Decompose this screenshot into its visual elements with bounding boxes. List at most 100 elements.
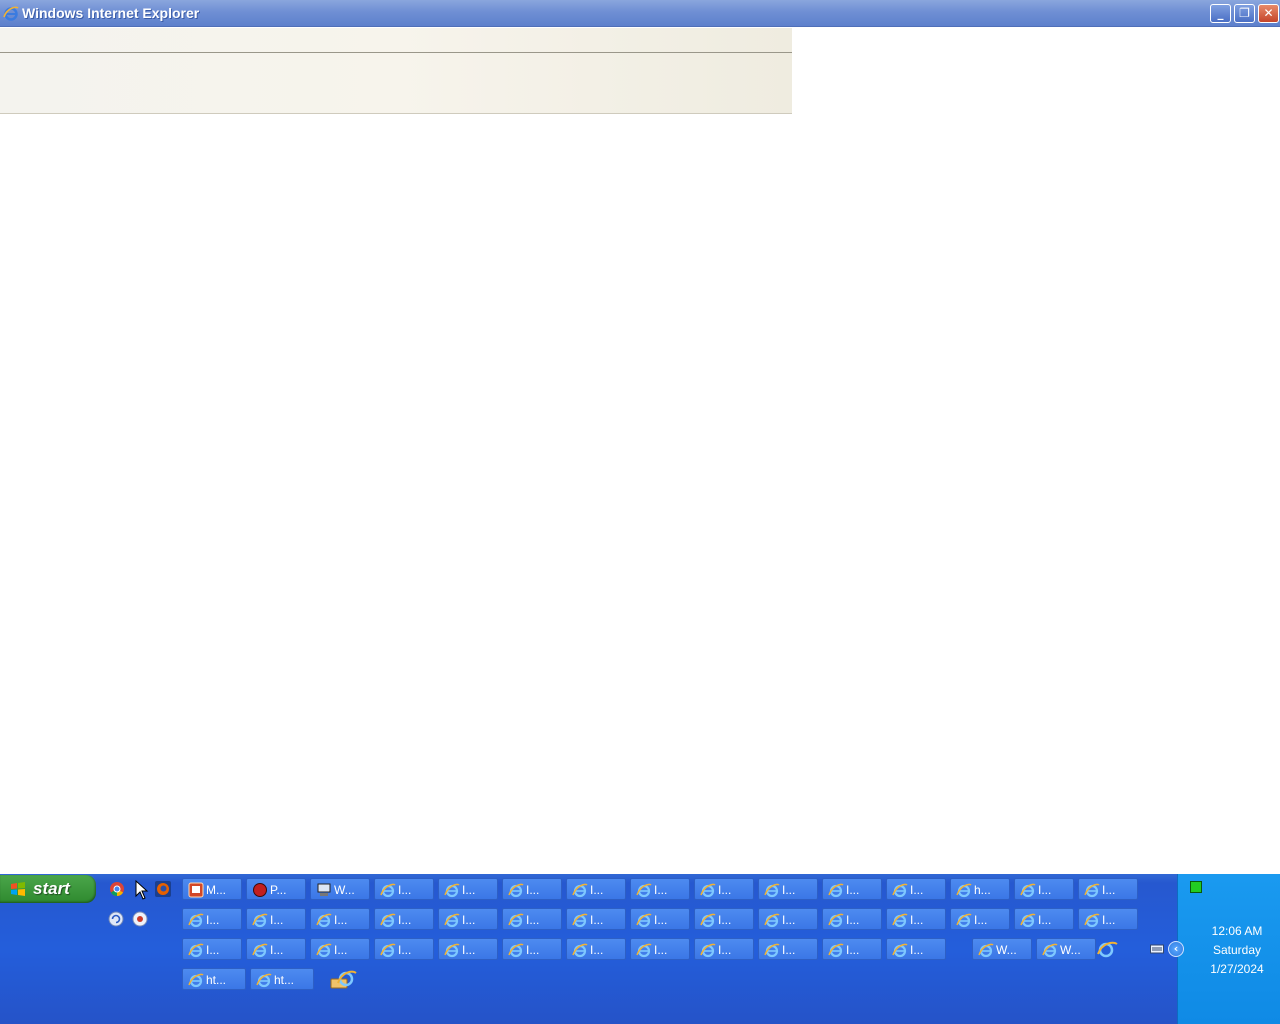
taskbar-button[interactable]: I... bbox=[502, 878, 562, 900]
taskbar-button-label: I... bbox=[526, 943, 540, 957]
taskbar-button[interactable]: I... bbox=[694, 908, 754, 930]
ie-icon bbox=[1042, 943, 1058, 958]
taskbar-button[interactable]: I... bbox=[246, 908, 306, 930]
taskbar-button-label: I... bbox=[910, 913, 924, 927]
taskbar-button[interactable]: I... bbox=[374, 878, 434, 900]
taskbar-button-label: I... bbox=[206, 913, 220, 927]
ie-icon bbox=[316, 943, 332, 958]
taskbar-button[interactable]: W... bbox=[310, 878, 370, 900]
taskbar-button-label: W... bbox=[996, 943, 1017, 957]
taskbar-button-label: I... bbox=[654, 943, 668, 957]
ie-icon bbox=[636, 943, 652, 958]
taskbar-button[interactable]: I... bbox=[886, 878, 946, 900]
minimize-icon: _ bbox=[1217, 6, 1224, 20]
taskbar-button-label: W... bbox=[334, 883, 355, 897]
taskbar-button-label: I... bbox=[846, 943, 860, 957]
taskbar-button[interactable]: I... bbox=[630, 878, 690, 900]
network-status-icon[interactable] bbox=[1190, 881, 1202, 893]
ie-icon bbox=[572, 913, 588, 928]
taskbar-button[interactable]: W... bbox=[1036, 938, 1096, 960]
taskbar-button[interactable]: I... bbox=[822, 908, 882, 930]
taskbar-button-label: I... bbox=[718, 913, 732, 927]
taskbar-button[interactable]: I... bbox=[438, 908, 498, 930]
taskbar-button[interactable]: I... bbox=[1078, 908, 1138, 930]
restore-button[interactable]: ❐ bbox=[1234, 4, 1255, 23]
taskbar-button-label: I... bbox=[1102, 883, 1116, 897]
taskbar-button[interactable]: I... bbox=[1014, 908, 1074, 930]
taskbar-button[interactable]: I... bbox=[502, 938, 562, 960]
taskbar-button[interactable]: I... bbox=[438, 938, 498, 960]
computer-icon bbox=[317, 883, 331, 896]
taskbar-button[interactable]: I... bbox=[758, 938, 818, 960]
taskbar-button-label: I... bbox=[462, 913, 476, 927]
taskbar-button[interactable]: I... bbox=[758, 908, 818, 930]
ie-icon bbox=[444, 883, 460, 898]
taskbar-button[interactable]: I... bbox=[374, 908, 434, 930]
windows-flag-icon bbox=[11, 882, 25, 896]
ie-icon bbox=[700, 883, 716, 898]
keyboard-icon[interactable] bbox=[1150, 943, 1164, 955]
taskbar-button-label: I... bbox=[1038, 883, 1052, 897]
taskbar-button[interactable]: I... bbox=[694, 938, 754, 960]
taskbar-button[interactable]: I... bbox=[566, 938, 626, 960]
ie-icon bbox=[3, 6, 19, 21]
ie-group-icon[interactable] bbox=[330, 968, 358, 990]
taskbar-button[interactable]: ht... bbox=[182, 968, 246, 990]
ie-icon bbox=[380, 943, 396, 958]
taskbar-button[interactable]: I... bbox=[182, 908, 242, 930]
taskbar-button[interactable]: I... bbox=[182, 938, 242, 960]
window-titlebar[interactable]: Windows Internet Explorer _ ❐ ✕ bbox=[0, 0, 1280, 27]
taskbar-button[interactable]: I... bbox=[886, 908, 946, 930]
ie-icon bbox=[316, 913, 332, 928]
taskbar-button[interactable]: I... bbox=[822, 878, 882, 900]
taskbar-button[interactable]: I... bbox=[630, 938, 690, 960]
taskbar-button[interactable]: I... bbox=[438, 878, 498, 900]
clock[interactable]: 12:06 AM Saturday 1/27/2024 bbox=[1177, 922, 1280, 979]
taskbar-button[interactable]: ht... bbox=[250, 968, 314, 990]
ie-group-icon[interactable] bbox=[1093, 938, 1121, 960]
taskbar-button-label: I... bbox=[910, 883, 924, 897]
minimize-button[interactable]: _ bbox=[1210, 4, 1231, 23]
taskbar-button-label: I... bbox=[590, 943, 604, 957]
powerpoint-icon bbox=[188, 882, 204, 898]
refresh-icon[interactable] bbox=[108, 911, 124, 927]
media-icon[interactable] bbox=[132, 911, 148, 927]
ie-icon bbox=[1020, 883, 1036, 898]
taskbar-button[interactable]: I... bbox=[246, 938, 306, 960]
ie-icon bbox=[188, 973, 204, 988]
taskbar-button[interactable]: W... bbox=[972, 938, 1032, 960]
taskbar-button[interactable]: P... bbox=[246, 878, 306, 900]
ie-icon bbox=[892, 913, 908, 928]
close-button[interactable]: ✕ bbox=[1258, 4, 1279, 23]
taskbar-button[interactable]: I... bbox=[566, 908, 626, 930]
ie-icon bbox=[444, 913, 460, 928]
ie-icon bbox=[828, 883, 844, 898]
taskbar-button[interactable]: I... bbox=[1014, 878, 1074, 900]
taskbar-button[interactable]: I... bbox=[950, 908, 1010, 930]
taskbar-button[interactable]: h... bbox=[950, 878, 1010, 900]
taskbar-button-label: h... bbox=[974, 883, 991, 897]
taskbar-button[interactable]: I... bbox=[1078, 878, 1138, 900]
taskbar-button-label: I... bbox=[270, 943, 284, 957]
taskbar-button[interactable]: I... bbox=[374, 938, 434, 960]
clock-time: 12:06 AM bbox=[1211, 924, 1263, 938]
taskbar-button[interactable]: M... bbox=[182, 878, 242, 900]
taskbar-button[interactable]: I... bbox=[758, 878, 818, 900]
firefox-icon[interactable] bbox=[155, 881, 171, 897]
ie-icon bbox=[1084, 883, 1100, 898]
taskbar-button[interactable]: I... bbox=[310, 908, 370, 930]
taskbar-button[interactable]: I... bbox=[886, 938, 946, 960]
taskbar-button-label: I... bbox=[590, 913, 604, 927]
ie-icon bbox=[764, 883, 780, 898]
taskbar-button-label: I... bbox=[718, 883, 732, 897]
taskbar-button[interactable]: I... bbox=[502, 908, 562, 930]
taskbar-button[interactable]: I... bbox=[566, 878, 626, 900]
taskbar-button[interactable]: I... bbox=[822, 938, 882, 960]
taskbar-button[interactable]: I... bbox=[630, 908, 690, 930]
taskbar-button[interactable]: I... bbox=[310, 938, 370, 960]
start-button[interactable]: start bbox=[0, 875, 96, 903]
chrome-icon[interactable] bbox=[109, 881, 125, 897]
taskbar-button-label: I... bbox=[1038, 913, 1052, 927]
ie-icon bbox=[508, 913, 524, 928]
taskbar-button[interactable]: I... bbox=[694, 878, 754, 900]
